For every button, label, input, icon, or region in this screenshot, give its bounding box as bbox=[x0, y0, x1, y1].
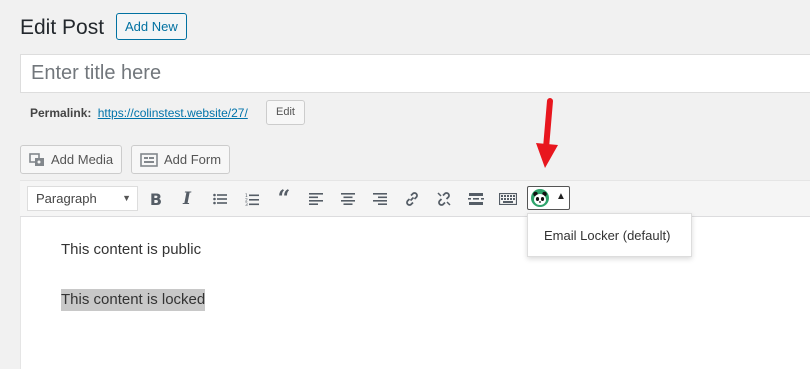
caret-up-icon: ▲ bbox=[556, 191, 566, 202]
remove-link-icon[interactable] bbox=[432, 188, 456, 210]
page-title: Edit Post bbox=[20, 16, 105, 39]
read-more-icon[interactable] bbox=[464, 188, 488, 210]
media-icon bbox=[29, 152, 44, 166]
align-center-icon[interactable] bbox=[336, 188, 360, 210]
content-public-paragraph: This content is public bbox=[61, 241, 202, 258]
bulleted-list-icon[interactable] bbox=[208, 188, 232, 210]
align-right-icon[interactable] bbox=[368, 188, 392, 210]
align-left-icon[interactable] bbox=[304, 188, 328, 210]
content-locker-button[interactable]: ▲ bbox=[527, 186, 570, 210]
edit-permalink-button[interactable]: Edit bbox=[266, 100, 305, 125]
insert-link-icon[interactable] bbox=[400, 188, 424, 210]
content-locked-paragraph: This content is locked bbox=[61, 289, 206, 311]
post-title-input[interactable] bbox=[20, 54, 810, 93]
red-arrow-annotation bbox=[536, 98, 558, 168]
locker-dropdown-menu: Email Locker (default) bbox=[527, 213, 692, 257]
format-select[interactable]: Paragraph ▼ bbox=[27, 186, 138, 211]
blockquote-icon[interactable]: “ bbox=[272, 186, 296, 212]
permalink-label: Permalink: bbox=[30, 106, 92, 120]
form-icon bbox=[140, 152, 158, 167]
chevron-down-icon: ▼ bbox=[122, 193, 131, 203]
toolbar-toggle-icon[interactable] bbox=[496, 188, 520, 210]
permalink: Permalink: https://colinstest.website/27… bbox=[30, 105, 248, 121]
format-select-value: Paragraph bbox=[36, 191, 97, 206]
bold-icon[interactable]: B bbox=[144, 188, 168, 210]
permalink-url-link[interactable]: https://colinstest.website/27/ bbox=[98, 106, 248, 120]
numbered-list-icon[interactable]: 123 bbox=[240, 188, 264, 210]
add-media-label: Add Media bbox=[51, 152, 114, 167]
add-form-label: Add Form bbox=[164, 152, 222, 167]
svg-text:3: 3 bbox=[245, 202, 248, 206]
add-new-button[interactable]: Add New bbox=[116, 13, 187, 40]
add-media-button[interactable]: Add Media bbox=[20, 145, 123, 174]
panda-icon bbox=[531, 189, 549, 207]
add-form-button[interactable]: Add Form bbox=[131, 145, 231, 174]
menu-item-email-locker[interactable]: Email Locker (default) bbox=[544, 228, 670, 243]
italic-icon[interactable]: I bbox=[175, 188, 199, 210]
